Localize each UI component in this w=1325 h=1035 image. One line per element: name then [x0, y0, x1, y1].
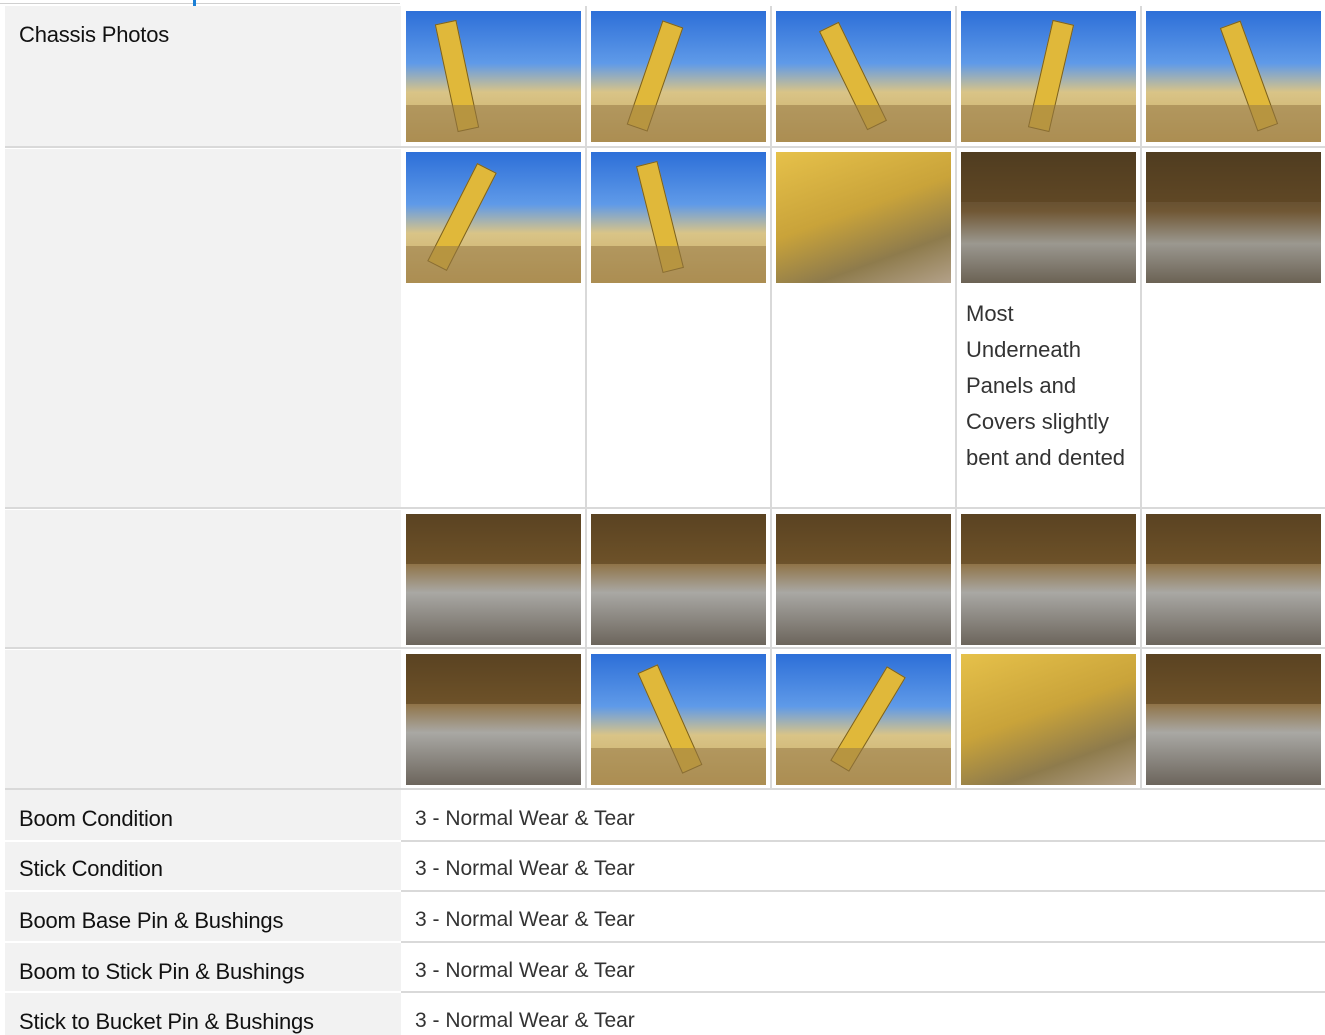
ground-shape — [1146, 105, 1321, 142]
ground-shape — [591, 246, 766, 283]
frame-shape — [1146, 514, 1321, 564]
ground-shape — [406, 246, 581, 283]
condition-row: Boom to Stick Pin & Bushings — [5, 943, 401, 991]
arm-photo[interactable] — [961, 11, 1136, 142]
row-divider — [401, 840, 1325, 842]
bucket-photo[interactable] — [591, 11, 766, 142]
undercarriage-photo[interactable] — [961, 514, 1136, 645]
undercarriage-photo[interactable] — [406, 514, 581, 645]
column-divider — [585, 6, 587, 788]
boom-photo[interactable] — [776, 11, 951, 142]
condition-value: 3 - Normal Wear & Tear — [415, 1009, 635, 1032]
condition-value: 3 - Normal Wear & Tear — [415, 807, 635, 830]
boom-base-photo[interactable] — [961, 654, 1136, 785]
boom-photo[interactable] — [406, 152, 581, 283]
boom-photo[interactable] — [591, 152, 766, 283]
row-divider — [401, 991, 1325, 993]
frame-shape — [406, 514, 581, 564]
header-divider — [0, 3, 400, 4]
frame-shape — [961, 514, 1136, 564]
frame-photo[interactable] — [776, 152, 951, 283]
condition-row: Boom Condition — [5, 790, 401, 840]
boom-photo[interactable] — [591, 654, 766, 785]
condition-label: Boom Base Pin & Bushings — [19, 908, 284, 933]
condition-label: Boom to Stick Pin & Bushings — [19, 959, 305, 984]
ground-shape — [591, 105, 766, 142]
frame-shape — [1146, 654, 1321, 704]
boom-photo[interactable] — [1146, 11, 1321, 142]
condition-label: Boom Condition — [19, 806, 173, 831]
column-divider — [955, 6, 957, 788]
row-divider — [401, 890, 1325, 892]
photo-caption: Most Underneath Panels and Covers slight… — [966, 301, 1126, 470]
condition-label: Stick Condition — [19, 856, 163, 881]
column-divider — [770, 6, 772, 788]
frame-shape — [776, 514, 951, 564]
column-divider — [1140, 6, 1142, 788]
undercarriage-photo[interactable] — [591, 514, 766, 645]
chassis-photos-label: Chassis Photos — [19, 22, 170, 47]
frame-shape — [961, 152, 1136, 202]
ground-shape — [776, 748, 951, 785]
ground-shape — [961, 105, 1136, 142]
row-divider — [401, 941, 1325, 943]
undercarriage-photo[interactable] — [776, 514, 951, 645]
frame-shape — [406, 654, 581, 704]
condition-row: Stick Condition — [5, 842, 401, 890]
frame-shape — [1146, 152, 1321, 202]
ground-shape — [591, 748, 766, 785]
ground-shape — [406, 105, 581, 142]
condition-value: 3 - Normal Wear & Tear — [415, 857, 635, 880]
frame-shape — [591, 514, 766, 564]
condition-value: 3 - Normal Wear & Tear — [415, 959, 635, 982]
condition-row: Stick to Bucket Pin & Bushings — [5, 993, 401, 1035]
chassis-photos-label-cell: Chassis Photos — [5, 6, 401, 147]
underside-photo[interactable] — [961, 152, 1136, 283]
row-divider — [5, 146, 1325, 148]
photo-row-2-label-cell — [5, 149, 401, 508]
row-divider — [5, 507, 1325, 509]
condition-label: Stick to Bucket Pin & Bushings — [19, 1009, 314, 1034]
ground-shape — [776, 105, 951, 142]
undercarriage-photo[interactable] — [1146, 654, 1321, 785]
swing-bearing-photo[interactable] — [1146, 514, 1321, 645]
condition-row: Boom Base Pin & Bushings — [5, 892, 401, 941]
excavator-photo[interactable] — [406, 11, 581, 142]
photo-row-4-label-cell — [5, 650, 401, 788]
condition-value: 3 - Normal Wear & Tear — [415, 908, 635, 931]
boom-photo[interactable] — [776, 654, 951, 785]
row-divider — [5, 647, 1325, 649]
photo-row-3-label-cell — [5, 510, 401, 648]
undercarriage-photo[interactable] — [406, 654, 581, 785]
underside-photo[interactable] — [1146, 152, 1321, 283]
